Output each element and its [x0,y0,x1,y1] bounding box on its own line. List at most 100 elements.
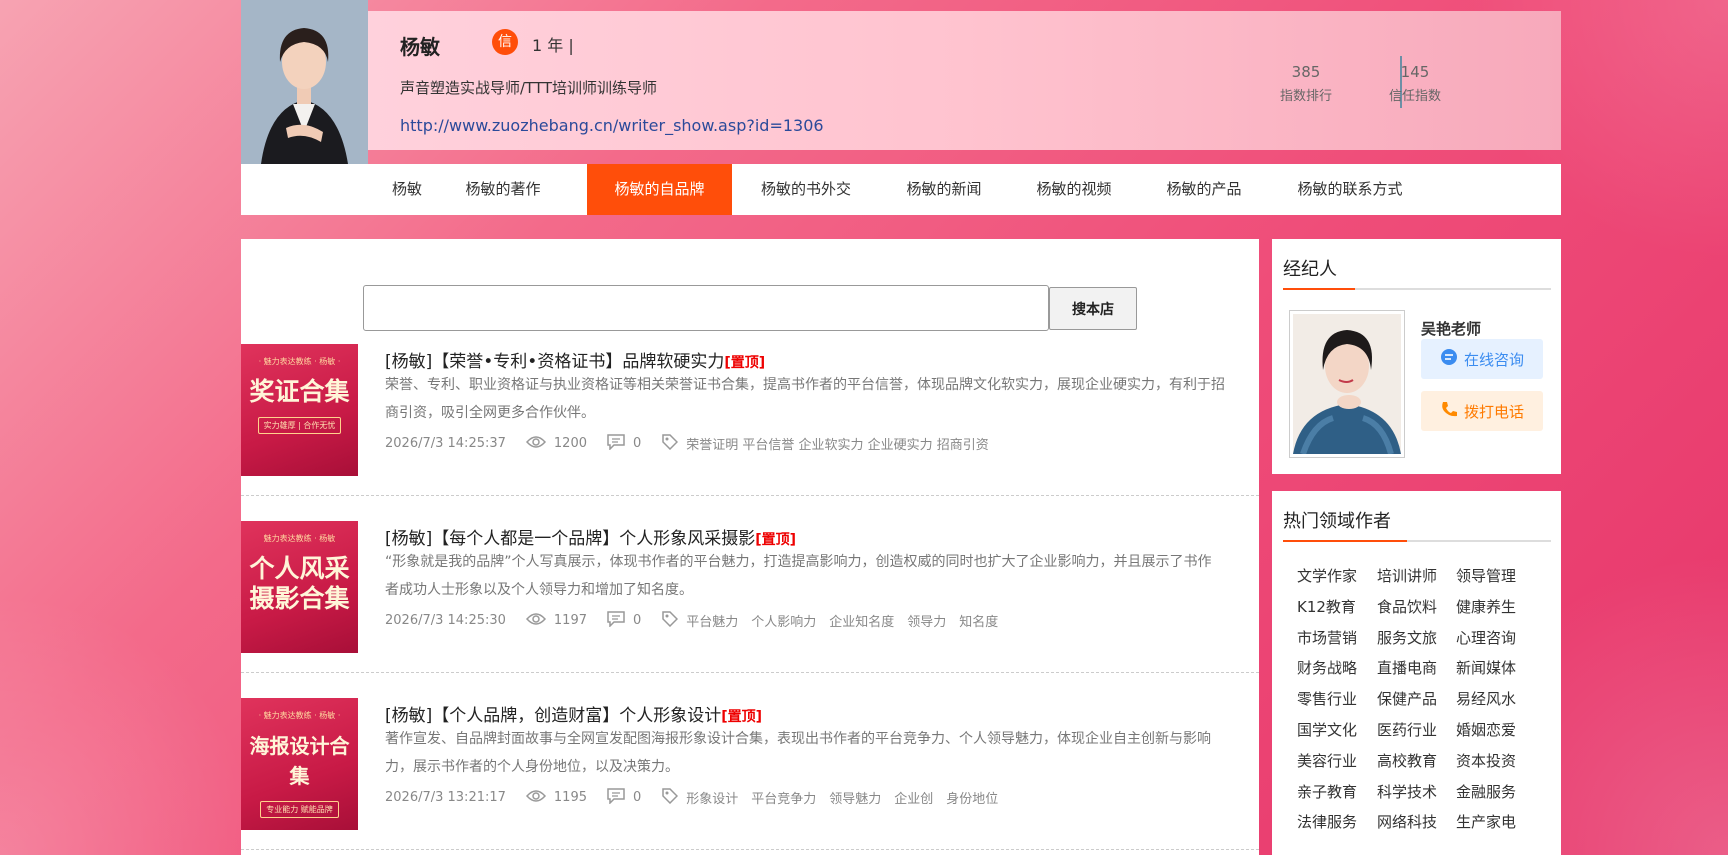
stat-trust-value: 145 [1400,63,1430,81]
phone-icon [1440,400,1458,422]
nav-item-home[interactable]: 杨敏 [387,164,427,215]
agent-avatar[interactable] [1289,310,1405,458]
trust-badge: 信 [492,29,518,55]
nav-item-news[interactable]: 杨敏的新闻 [901,164,987,215]
hot-field-link[interactable]: 国学文化 [1297,719,1357,740]
hot-field-link[interactable]: 易经风水 [1456,688,1516,709]
tag-icon [661,787,679,808]
section-divider-accent [1283,540,1407,542]
hot-field-link[interactable]: 美容行业 [1297,750,1357,771]
nav-item-works[interactable]: 杨敏的著作 [460,164,546,215]
hot-field-link[interactable]: 食品饮料 [1377,596,1437,617]
hot-field-link[interactable]: 培训讲师 [1377,565,1437,586]
hot-field-link[interactable]: 法律服务 [1297,811,1357,832]
hot-field-link[interactable]: 保健产品 [1377,688,1437,709]
agent-card: 经纪人 吴艳老师 在线咨询 拨打电话 [1272,239,1561,474]
hot-field-link[interactable]: 文学作家 [1297,565,1357,586]
hot-field-link[interactable]: 婚姻恋爱 [1456,719,1516,740]
hot-field-link[interactable]: 市场营销 [1297,627,1357,648]
stat-rank: 385 指数排行 [1266,63,1346,104]
hot-field-link[interactable]: 网络科技 [1377,811,1437,832]
call-phone-button[interactable]: 拨打电话 [1421,391,1543,431]
thumb-title: 奖证合集 [249,377,350,406]
hot-fields-card: 热门领域作者 文学作家 培训讲师 领导管理 K12教育 食品饮料 健康养生 市场营销 服务文旅… [1272,491,1561,855]
nav-item-diplomacy[interactable]: 杨敏的书外交 [756,164,856,215]
online-consult-button[interactable]: 在线咨询 [1421,339,1543,379]
profile-card: 杨敏 信 1 年 | 声音塑造实战导师/TTT培训师训练导师 http://ww… [368,11,1561,150]
article-meta: 2026/7/3 14:25:30 1197 0 平台魅力 个人影响力 企业知名… [385,610,998,631]
article-comments: 0 [633,436,642,451]
hot-field-link[interactable]: 财务战略 [1297,657,1357,678]
hot-field-link[interactable]: 高校教育 [1377,750,1437,771]
hot-field-link[interactable]: 亲子教育 [1297,781,1357,802]
article-tags[interactable]: 荣誉证明 平台信誉 企业软实力 企业硬实力 招商引资 [686,434,989,453]
author-title: 声音塑造实战导师/TTT培训师训练导师 [400,79,658,97]
article-description: 著作宣发、自品牌封面故事与全网宣发配图海报形象设计合集，表现出书作者的平台竞争力… [385,731,1211,775]
article-comments: 0 [633,790,642,805]
hot-field-link[interactable]: 医药行业 [1377,719,1437,740]
hot-field-link[interactable]: K12教育 [1297,596,1356,617]
section-divider [1283,540,1551,542]
article-date: 2026/7/3 14:25:30 [385,613,506,628]
article-title-text[interactable]: [杨敏]【每个人都是一个品牌】个人形象风采摄影 [385,529,755,549]
article-thumbnail[interactable]: 魅力表达教练 · 杨敏 个人风采 摄影合集 [241,521,358,653]
article-thumbnail[interactable]: · 魅力表达教练 · 杨敏 · 奖证合集 实力雄厚 | 合作无忧 [241,344,358,476]
eye-icon [525,789,546,807]
hot-field-link[interactable]: 直播电商 [1377,657,1437,678]
hot-field-link[interactable]: 新闻媒体 [1456,657,1516,678]
article-title[interactable]: [杨敏]【每个人都是一个品牌】个人形象风采摄影[置顶] [385,524,796,549]
article-date: 2026/7/3 13:21:17 [385,790,506,805]
hot-field-link[interactable]: 心理咨询 [1456,627,1516,648]
author-avatar[interactable] [241,0,368,164]
comment-icon [607,610,625,631]
article-meta: 2026/7/3 14:25:37 1200 0 荣誉证明 平台信誉 企业软实力… [385,433,989,454]
chat-icon [1440,348,1458,370]
author-url-link[interactable]: http://www.zuozhebang.cn/writer_show.asp… [400,116,824,135]
article-description: 荣誉、专利、职业资格证与执业资格证等相关荣誉证书合集，提高书作者的平台信誉，体现… [385,377,1225,421]
agent-name: 吴艳老师 [1421,320,1482,338]
eye-icon [525,612,546,630]
hot-field-link[interactable]: 零售行业 [1297,688,1357,709]
stat-trust-label: 信任指数 [1388,89,1441,104]
thumb-caption: · 魅力表达教练 · 杨敏 · [258,357,341,366]
article-description: “形象就是我的品牌”个人写真展示，体现书作者的平台魅力，打造提高影响力，创造权威… [385,554,1212,598]
online-consult-label: 在线咨询 [1463,350,1524,369]
hot-field-link[interactable]: 科学技术 [1377,781,1437,802]
author-nav: 杨敏 杨敏的著作 杨敏的自品牌 杨敏的书外交 杨敏的新闻 杨敏的视频 杨敏的产品… [241,164,1561,215]
article-title-text[interactable]: [杨敏]【个人品牌，创造财富】个人形象设计 [385,706,721,726]
stat-trust: 145 信任指数 [1375,63,1455,104]
comment-icon [607,787,625,808]
nav-item-brand[interactable]: 杨敏的自品牌 [587,164,732,215]
hot-field-link[interactable]: 领导管理 [1456,565,1516,586]
call-phone-label: 拨打电话 [1463,402,1524,421]
section-divider-accent [1283,288,1355,290]
hot-field-link[interactable]: 服务文旅 [1377,627,1437,648]
thumb-caption: · 魅力表达教练 · 杨敏 · [258,711,341,720]
article-tags[interactable]: 形象设计 平台竞争力 领导魅力 企业创 身份地位 [686,788,998,807]
pinned-label: [置顶] [755,532,797,548]
hot-field-link[interactable]: 生产家电 [1456,811,1516,832]
nav-item-contact[interactable]: 杨敏的联系方式 [1291,164,1409,215]
article-title-text[interactable]: [杨敏]【荣誉•专利•资格证书】品牌软硬实力 [385,352,724,372]
article-tags[interactable]: 平台魅力 个人影响力 企业知名度 领导力 知名度 [686,611,998,630]
article-item: 魅力表达教练 · 杨敏 个人风采 摄影合集 [杨敏]【每个人都是一个品牌】个人形… [241,496,1259,673]
hot-field-link[interactable]: 健康养生 [1456,596,1516,617]
stat-rank-value: 385 [1291,63,1321,81]
article-item: · 魅力表达教练 · 杨敏 · 海报设计合集 专业能力 赋能品牌 [杨敏]【个人… [241,673,1259,850]
article-title[interactable]: [杨敏]【荣誉•专利•资格证书】品牌软硬实力[置顶] [385,347,765,372]
stat-rank-label: 指数排行 [1279,89,1332,104]
pinned-label: [置顶] [721,709,763,725]
thumb-title: 海报设计合集 [249,734,350,788]
article-item: · 魅力表达教练 · 杨敏 · 奖证合集 实力雄厚 | 合作无忧 [杨敏]【荣誉… [241,319,1259,496]
article-meta: 2026/7/3 13:21:17 1195 0 形象设计 平台竞争力 领导魅力… [385,787,998,808]
hot-field-link[interactable]: 金融服务 [1456,781,1516,802]
nav-item-products[interactable]: 杨敏的产品 [1161,164,1247,215]
article-thumbnail[interactable]: · 魅力表达教练 · 杨敏 · 海报设计合集 专业能力 赋能品牌 [241,698,358,830]
section-divider [1283,288,1551,290]
hot-field-link[interactable]: 资本投资 [1456,750,1516,771]
agent-section-title: 经纪人 [1283,259,1337,280]
nav-item-videos[interactable]: 杨敏的视频 [1031,164,1117,215]
article-title[interactable]: [杨敏]【个人品牌，创造财富】个人形象设计[置顶] [385,701,762,726]
member-years: 1 年 | [532,36,574,55]
tag-icon [661,433,679,454]
